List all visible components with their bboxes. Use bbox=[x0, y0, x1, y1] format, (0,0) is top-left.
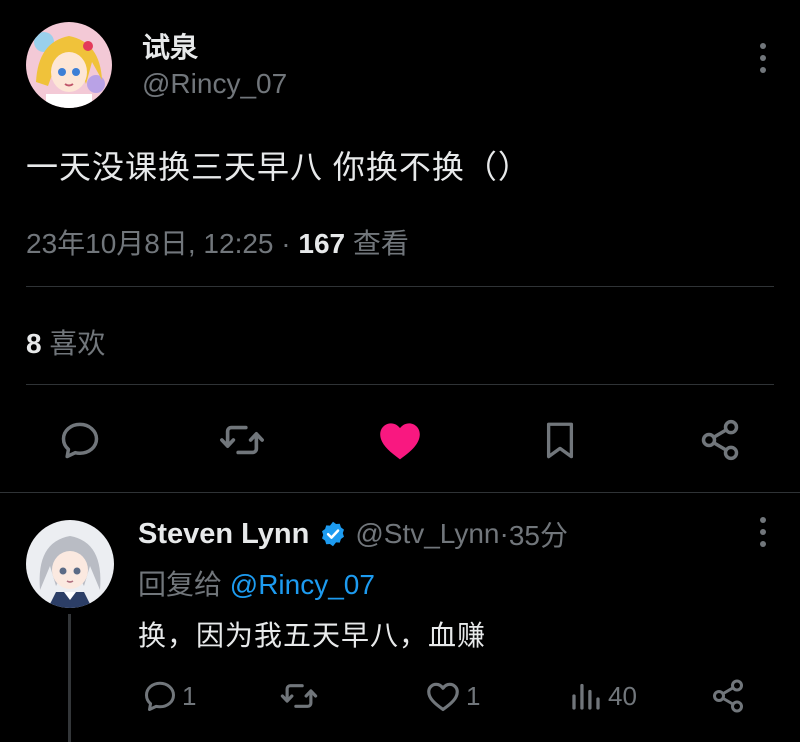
likes-label: 喜欢 bbox=[41, 328, 106, 359]
thread-line bbox=[68, 614, 71, 742]
views-count: 167 bbox=[298, 228, 346, 259]
reply-author-name[interactable]: Steven Lynn bbox=[138, 518, 309, 551]
reply-header: Steven Lynn @Stv_Lynn · 35分 bbox=[138, 514, 568, 554]
comment-icon bbox=[145, 681, 175, 711]
author-avatar[interactable] bbox=[26, 22, 112, 108]
reply-separator: · bbox=[499, 518, 509, 549]
analytics-bars-icon bbox=[572, 683, 600, 710]
tweet-date[interactable]: 23年10月8日, 12:25 bbox=[26, 228, 274, 259]
reply-text: 换，因为我五天早八，血赚 bbox=[138, 620, 487, 651]
heart-filled-icon bbox=[380, 423, 420, 460]
reply-time[interactable]: 35分 bbox=[509, 514, 568, 554]
more-options-icon[interactable] bbox=[758, 40, 768, 76]
anime-avatar-image bbox=[26, 22, 112, 108]
share-button[interactable] bbox=[694, 414, 746, 466]
reply-to-line: 回复给 @Rincy_07 bbox=[138, 563, 375, 603]
heart-outline-icon bbox=[427, 682, 459, 712]
likes-count: 8 bbox=[26, 328, 42, 359]
reply-views-button[interactable]: 40 bbox=[568, 672, 637, 720]
comment-icon bbox=[61, 422, 99, 459]
reply-repost-button[interactable] bbox=[280, 672, 318, 720]
meta-separator: · bbox=[273, 228, 299, 259]
more-options-icon[interactable] bbox=[758, 514, 768, 550]
divider bbox=[26, 384, 774, 385]
reply-author-avatar[interactable] bbox=[26, 520, 114, 608]
verified-badge-icon[interactable] bbox=[319, 520, 347, 548]
like-button[interactable] bbox=[374, 414, 426, 466]
reply-button[interactable] bbox=[54, 414, 106, 466]
reply-reply-button[interactable]: 1 bbox=[142, 672, 196, 720]
share-icon bbox=[713, 679, 743, 713]
share-icon bbox=[701, 419, 739, 461]
divider bbox=[26, 286, 774, 287]
reply-like-button[interactable]: 1 bbox=[424, 672, 480, 720]
author-name[interactable]: 试泉 bbox=[142, 26, 198, 66]
reply-views-count: 40 bbox=[608, 680, 637, 711]
section-divider bbox=[0, 492, 800, 493]
tweet-detail-page: 试泉 @Rincy_07 一天没课换三天早八 你换不换（） 23年10月8日, … bbox=[0, 0, 800, 742]
reply-to-mention[interactable]: @Rincy_07 bbox=[230, 569, 375, 600]
likes-summary[interactable]: 8 喜欢 bbox=[26, 322, 105, 362]
anime-avatar-image bbox=[26, 520, 114, 608]
reply-share-button[interactable] bbox=[710, 672, 746, 720]
reply-author-handle[interactable]: @Stv_Lynn bbox=[355, 518, 499, 550]
bookmark-button[interactable] bbox=[534, 414, 586, 466]
views-label: 查看 bbox=[345, 228, 409, 259]
repost-icon bbox=[220, 425, 264, 455]
repost-icon bbox=[280, 684, 318, 708]
repost-button[interactable] bbox=[216, 414, 268, 466]
tweet-text: 一天没课换三天早八 你换不换（） bbox=[26, 149, 531, 185]
bookmark-icon bbox=[546, 422, 574, 459]
reply-like-count: 1 bbox=[466, 680, 481, 711]
author-handle[interactable]: @Rincy_07 bbox=[142, 68, 287, 100]
reply-to-label: 回复给 bbox=[138, 569, 230, 600]
reply-count: 1 bbox=[182, 680, 197, 711]
tweet-meta: 23年10月8日, 12:25 · 167 查看 bbox=[26, 222, 409, 262]
